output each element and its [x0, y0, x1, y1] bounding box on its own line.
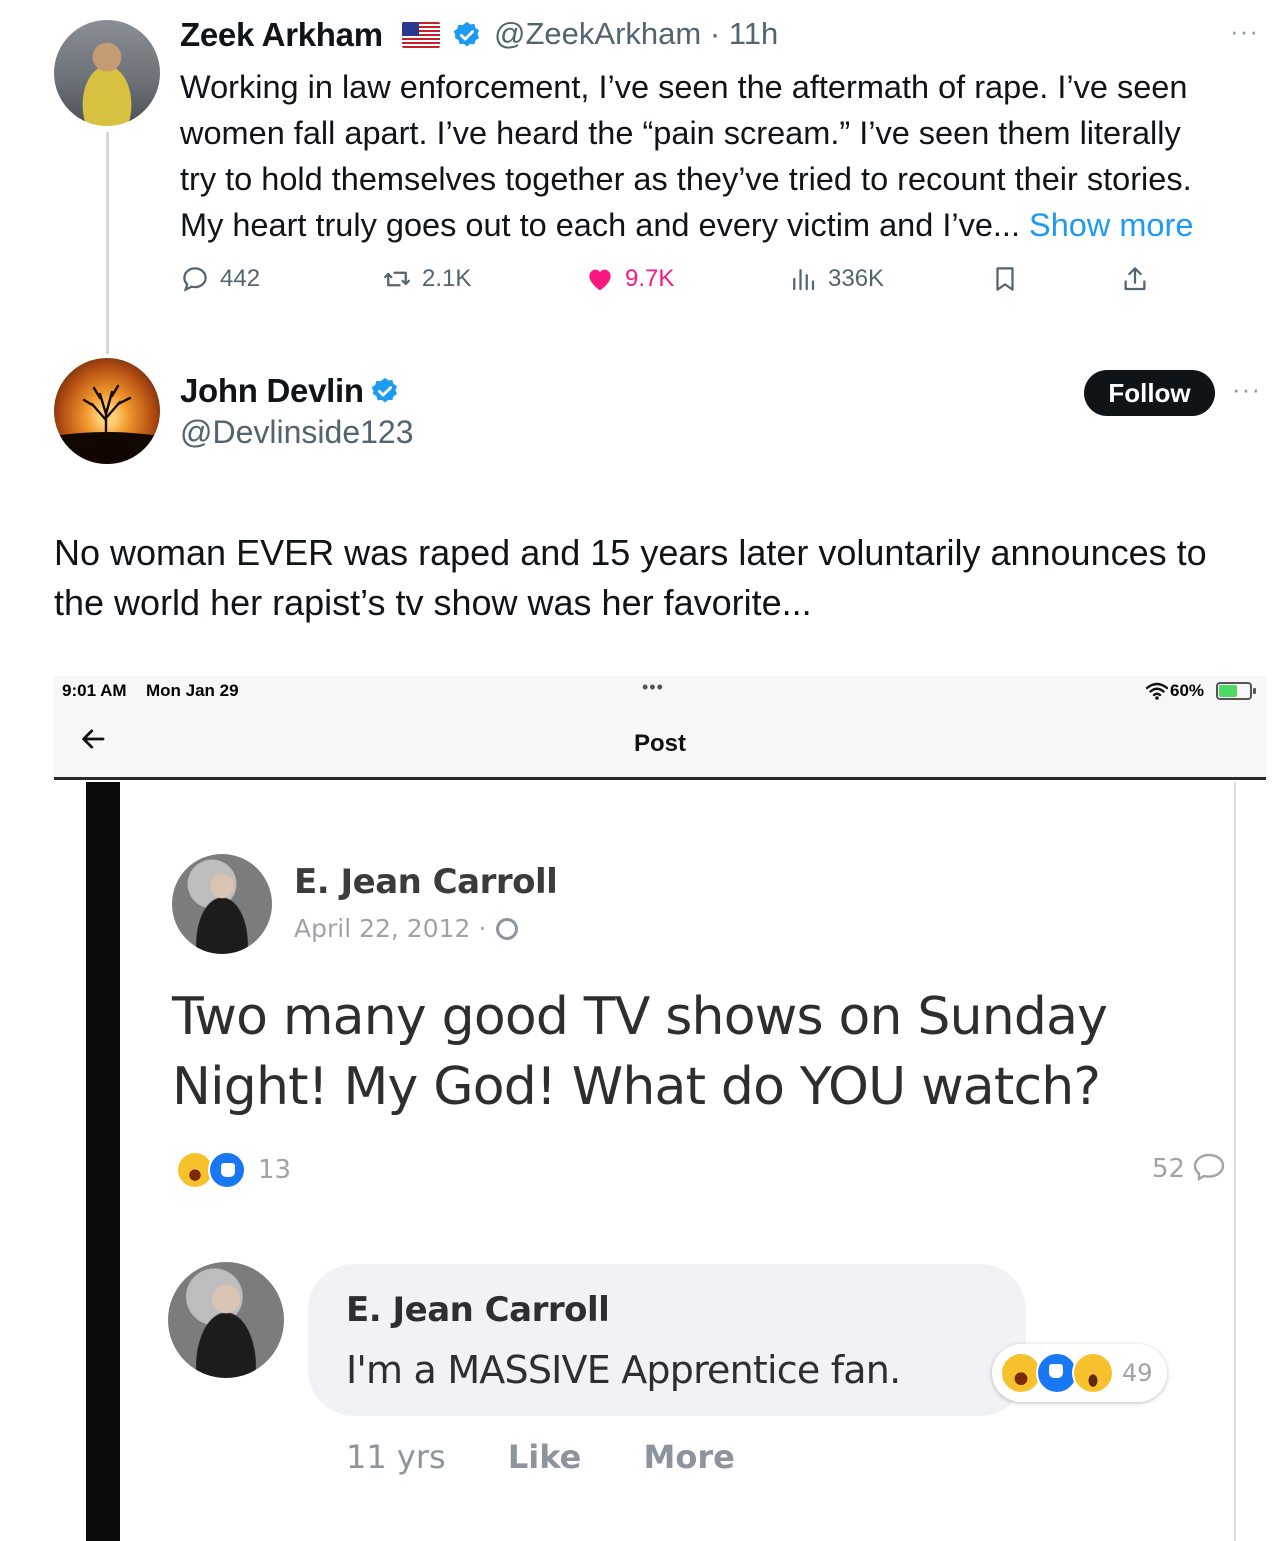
retweet-icon	[384, 271, 410, 287]
views-button[interactable]: 336K	[788, 264, 884, 294]
reply-button[interactable]: 442	[180, 264, 260, 294]
fb-comment-author: E. Jean Carroll	[346, 1290, 610, 1330]
tweet1-handle-and-time[interactable]: @ZeekArkham · 11h	[494, 16, 778, 52]
retweet-count: 2.1K	[422, 265, 472, 292]
globe-icon	[496, 918, 518, 940]
like-button[interactable]: 9.7K	[585, 264, 674, 294]
comment-bubble-icon	[1193, 1153, 1225, 1182]
fb-post-text: Two many good TV shows on Sunday Night! …	[172, 982, 1262, 1122]
status-date: Mon Jan 29	[146, 681, 239, 700]
fb-commenter-avatar	[168, 1262, 284, 1378]
fb-like-link: Like	[507, 1438, 582, 1476]
tweet2-body: No woman EVER was raped and 15 years lat…	[54, 528, 1264, 628]
battery-icon	[1216, 682, 1256, 700]
tweet1-more-options-icon[interactable]: ···	[1230, 16, 1259, 47]
avatar-john-devlin[interactable]	[54, 358, 160, 464]
like-reaction-icon	[208, 1151, 246, 1189]
fb-author-avatar	[172, 854, 272, 954]
fb-reaction-count: 13	[258, 1155, 292, 1185]
heart-icon	[589, 269, 611, 291]
fb-post-reactions: 13	[176, 1150, 291, 1190]
tweet1-body-line: try to hold themselves together as they’…	[180, 161, 1192, 197]
tweet1-body: Working in law enforcement, I’ve seen th…	[180, 64, 1260, 248]
share-icon	[1124, 267, 1146, 291]
reply-icon	[183, 267, 207, 292]
fb-comment-actions: 11 yrs Like More	[346, 1438, 787, 1476]
fb-post-line: Two many good TV shows on Sunday	[172, 987, 1108, 1047]
share-button[interactable]	[1120, 264, 1160, 294]
fb-comment-text: I'm a MASSIVE Apprentice fan.	[346, 1348, 901, 1392]
tweet1-body-line-text: My heart truly goes out to each and ever…	[180, 207, 1030, 243]
like-count: 9.7K	[625, 265, 675, 292]
avatar-zeek-arkham[interactable]	[54, 20, 160, 126]
verified-badge-icon	[453, 21, 479, 47]
bookmark-icon	[996, 267, 1014, 291]
tweet2-author-name[interactable]: John Devlin	[180, 372, 364, 410]
fb-post-line: Night! My God! What do YOU watch?	[172, 1057, 1101, 1117]
wifi-icon	[1146, 682, 1168, 700]
tweet1-author-name[interactable]: Zeek Arkham	[180, 16, 383, 54]
us-flag-icon	[402, 22, 440, 48]
facebook-post-card: E. Jean Carroll April 22, 2012 · Two man…	[86, 782, 1236, 1541]
fb-comment-reactions: 49	[992, 1344, 1167, 1402]
fb-comment-time: 11 yrs	[346, 1438, 446, 1476]
ipad-status-bar: 9:01 AM Mon Jan 29 ••• 60%	[54, 676, 1266, 706]
tweet1-body-line: women fall apart. I’ve heard the “pain s…	[180, 115, 1181, 151]
follow-button[interactable]: Follow	[1084, 370, 1215, 416]
fb-post-author: E. Jean Carroll	[294, 862, 558, 902]
tweet2-handle[interactable]: @Devlinside123	[180, 414, 414, 451]
verified-badge-icon	[371, 377, 397, 403]
analytics-icon	[793, 269, 815, 291]
battery-percentage: 60%	[1170, 681, 1205, 700]
retweet-button[interactable]: 2.1K	[382, 264, 471, 294]
fb-more-link: More	[643, 1438, 735, 1476]
tweet1-handle[interactable]: @ZeekArkham	[494, 16, 701, 51]
status-time: 9:01 AM	[62, 681, 127, 700]
tweet2-body-line: No woman EVER was raped and 15 years lat…	[54, 532, 1207, 573]
tweet2-body-line: the world her rapist’s tv show was her f…	[54, 582, 812, 623]
tweet1-timestamp[interactable]: 11h	[729, 16, 778, 51]
wow-reaction-icon	[1072, 1352, 1114, 1394]
tweet1-separator: ·	[709, 16, 721, 51]
show-more-link[interactable]: Show more	[1029, 207, 1193, 243]
fb-comment-count: 52	[1152, 1154, 1186, 1184]
fb-comment-reaction-count: 49	[1122, 1359, 1153, 1387]
thread-connector-line	[106, 132, 109, 354]
fb-comment-bubble	[308, 1264, 1026, 1416]
nav-title: Post	[633, 730, 686, 757]
view-count: 336K	[828, 265, 885, 292]
multitasking-dots-icon: •••	[642, 677, 664, 697]
attached-screenshot-image[interactable]: 9:01 AM Mon Jan 29 ••• 60% Post E. Jean …	[54, 676, 1266, 1541]
post-nav-bar: Post	[54, 706, 1266, 780]
tweet2-more-options-icon[interactable]: ···	[1232, 374, 1261, 405]
tweet1-body-line: Working in law enforcement, I’ve seen th…	[180, 69, 1188, 105]
tweet1-body-line: My heart truly goes out to each and ever…	[180, 202, 1260, 248]
tree-silhouette-icon	[54, 384, 160, 464]
reply-count: 442	[220, 265, 261, 292]
bookmark-button[interactable]	[990, 264, 1030, 294]
fb-post-date: April 22, 2012 ·	[294, 914, 487, 943]
